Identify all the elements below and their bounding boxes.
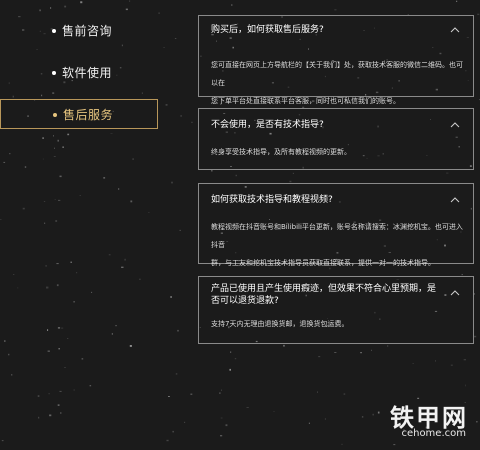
chevron-up-icon[interactable] [449,121,461,129]
nav-item-aftersales[interactable]: 售后服务 [0,99,158,129]
faq-card[interactable]: 如何获取技术指导和教程视频? 教程视频在抖音账号和Bilibili平台更新，账号… [198,183,474,267]
faq-answer-line: 群，与工友和挖机宝技术指导员获取直接联系，提供一对一的技术指导。 [211,259,435,267]
nav-item-presales[interactable]: 售前咨询 [0,16,158,46]
watermark-logo: 铁甲网 cehome.com [348,398,468,444]
faq-question: 产品已使用且产生使用瘕迹，但效果不符合心里预期，是否可以退货退款? [211,284,437,306]
chevron-up-icon[interactable] [449,289,461,297]
faq-card[interactable]: 购买后，如何获取售后服务? 您可直接在网页上方导航栏的【关于我们】处，获取技术客… [198,15,474,105]
chevron-up-icon[interactable] [449,26,461,34]
faq-answer: 教程视频在抖音账号和Bilibili平台更新，账号名称请搜索：冰渊挖机宝。也可进… [211,218,463,272]
bullet-icon [53,113,57,117]
nav-item-software-usage[interactable]: 软件使用 [0,58,158,88]
faq-answer: 您可直接在网页上方导航栏的【关于我们】处，获取技术客服的微信二维码。也可以在 您… [211,56,463,110]
faq-card[interactable]: 产品已使用且产生使用瘕迹，但效果不符合心里预期，是否可以退货退款? 支持7天内无… [198,276,474,344]
faq-answer-line: 教程视频在抖音账号和Bilibili平台更新，账号名称请搜索：冰渊挖机宝。也可进… [211,223,463,249]
faq-answer-line: 终身享受技术指导，及所有教程视频的更新。 [211,148,351,156]
chevron-up-icon[interactable] [449,196,461,204]
nav-item-label: 售前咨询 [62,24,113,38]
faq-question: 不会使用，是否有技术指导? [211,120,324,130]
bullet-icon [52,29,56,33]
faq-answer-line: 支持7天内无理由退换货邮，退换货包运费。 [211,320,349,328]
faq-answer-line: 您可直接在网页上方导航栏的【关于我们】处，获取技术客服的微信二维码。也可以在 [211,61,463,87]
faq-answer: 终身享受技术指导，及所有教程视频的更新。 [211,143,463,161]
faq-question: 如何获取技术指导和教程视频? [211,195,333,205]
nav-item-label: 售后服务 [63,108,114,122]
faq-question: 购买后，如何获取售后服务? [211,25,324,35]
faq-answer: 支持7天内无理由退换货邮，退换货包运费。 [211,315,463,333]
nav-item-label: 软件使用 [62,66,113,80]
watermark-domain: cehome.com [401,428,466,439]
bullet-icon [52,71,56,75]
faq-card[interactable]: 不会使用，是否有技术指导? 终身享受技术指导，及所有教程视频的更新。 [198,108,474,170]
